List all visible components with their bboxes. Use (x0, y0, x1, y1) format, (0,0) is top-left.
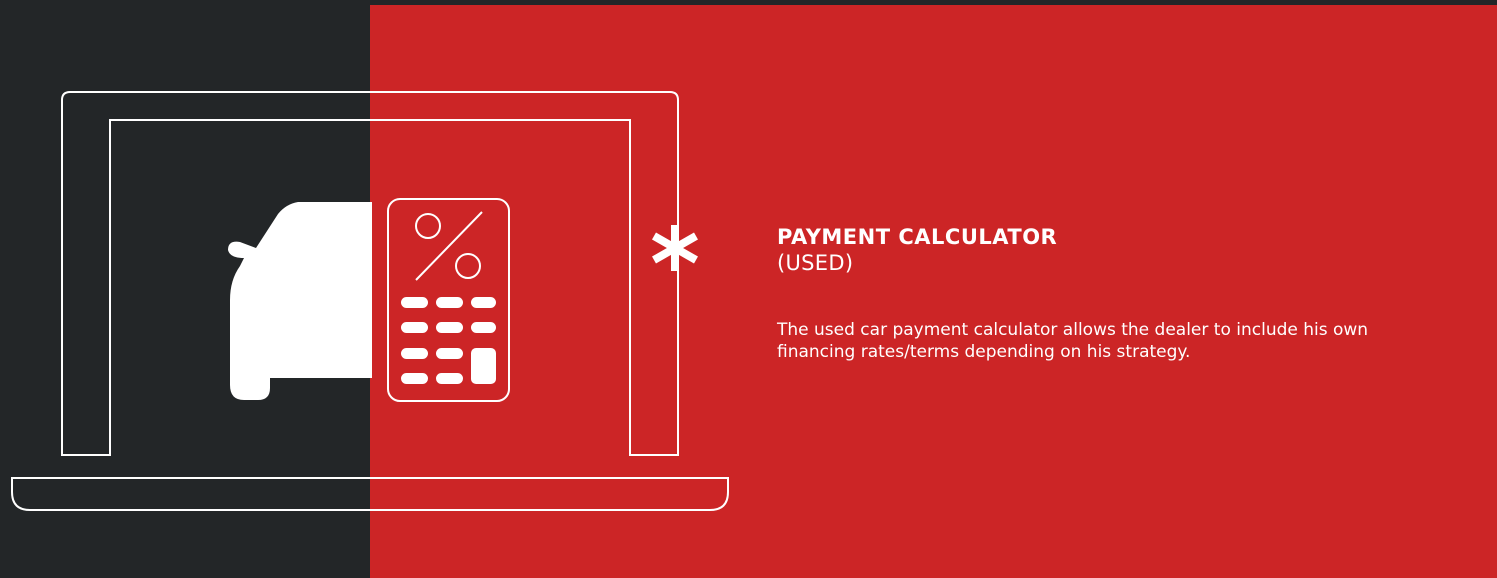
feature-description: The used car payment calculator allows t… (777, 320, 1369, 362)
car-front-icon (228, 202, 372, 400)
calculator-percent-icon (387, 198, 510, 402)
asterisk-icon (652, 225, 698, 271)
feature-subtitle: (USED) (777, 251, 854, 275)
feature-title: PAYMENT CALCULATOR (777, 225, 1058, 249)
feature-text-block: PAYMENT CALCULATOR (USED) The used car p… (777, 224, 1457, 363)
feature-banner: PAYMENT CALCULATOR (USED) The used car p… (0, 0, 1497, 578)
